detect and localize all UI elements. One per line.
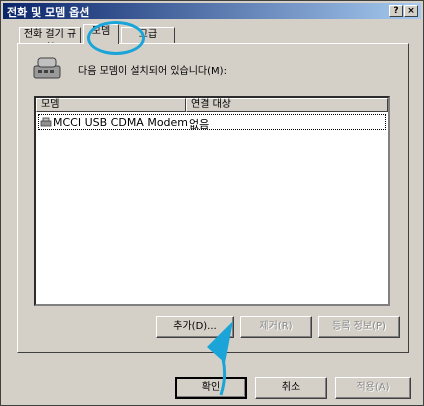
modem-name: MCCI USB CDMA Modem [53, 116, 189, 129]
apply-button[interactable]: 적용(A) [335, 377, 411, 399]
title-bar[interactable]: 전화 및 모뎀 옵션 ? × [3, 3, 421, 19]
phone-modem-options-dialog: 전화 및 모뎀 옵션 ? × 전화 걸기 규칙 모뎀 고급 다음 모뎀이 설치되… [0, 0, 424, 406]
modem-icon [40, 117, 52, 127]
modem-list[interactable]: 모뎀 연결 대상 MCCI USB CDMA Modem 없음 [34, 96, 390, 306]
column-header-modem[interactable]: 모뎀 [36, 98, 186, 112]
installed-modems-label: 다음 모뎀이 설치되어 있습니다(M): [78, 66, 227, 77]
help-icon[interactable]: ? [389, 5, 403, 17]
annotation-arrow-icon [207, 321, 233, 396]
window-title: 전화 및 모뎀 옵션 [7, 6, 90, 19]
modems-tab-panel: 다음 모뎀이 설치되어 있습니다(M): 모뎀 연결 대상 MCCI USB C… [17, 43, 409, 353]
modem-row[interactable]: MCCI USB CDMA Modem 없음 [38, 114, 386, 131]
cancel-button[interactable]: 취소 [255, 377, 327, 399]
modem-attached-to: 없음 [189, 118, 210, 131]
close-icon[interactable]: × [404, 5, 418, 17]
annotation-circle [87, 21, 145, 55]
remove-modem-button[interactable]: 제거(R) [240, 316, 312, 338]
tab-dialing-rules[interactable]: 전화 걸기 규칙 [19, 27, 81, 54]
modem-properties-button[interactable]: 등록 정보(P) [318, 316, 400, 338]
phone-modem-icon [33, 57, 61, 79]
column-header-attached-to[interactable]: 연결 대상 [186, 98, 388, 112]
